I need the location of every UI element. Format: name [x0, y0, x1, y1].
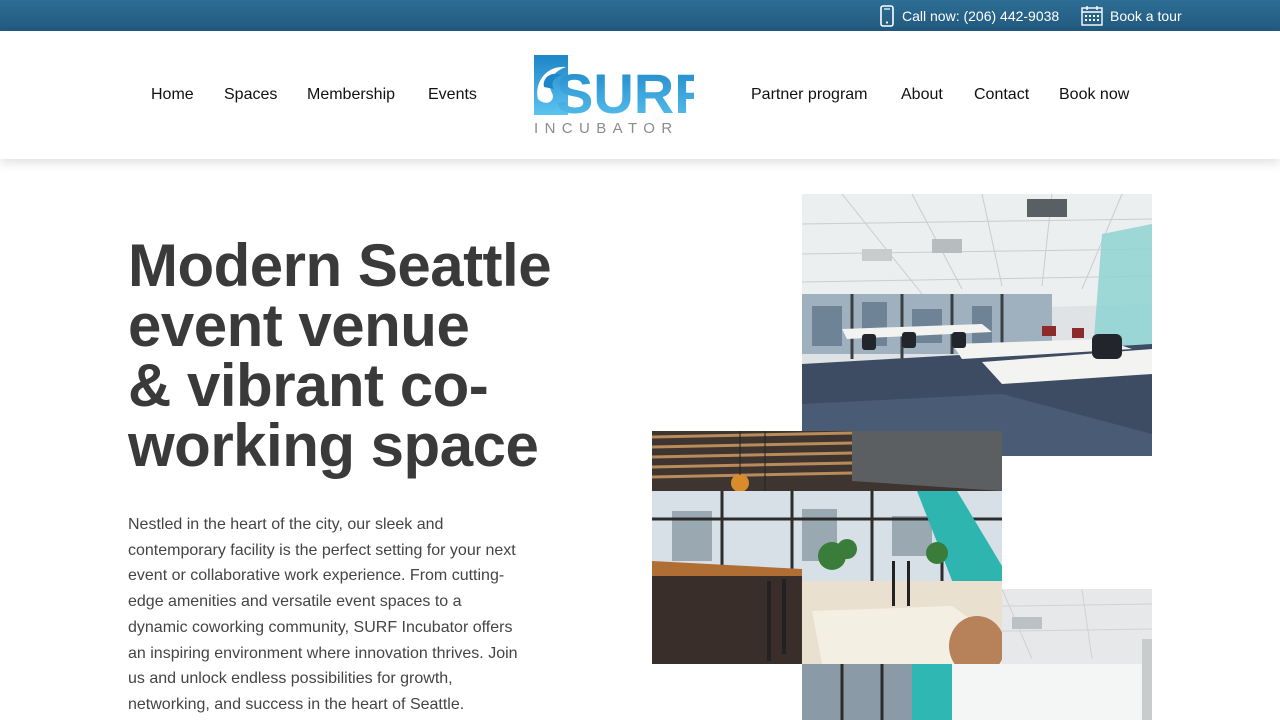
- top-bar: Call now: (206) 442-9038 Book a tour: [0, 0, 1280, 31]
- surf-incubator-logo[interactable]: SURF INCUBATOR: [532, 53, 708, 137]
- nav-contact[interactable]: Contact: [974, 31, 1029, 159]
- office-space-photo: [802, 194, 1152, 456]
- nav-spaces[interactable]: Spaces: [224, 31, 277, 159]
- nav-events[interactable]: Events: [428, 31, 477, 159]
- nav-home[interactable]: Home: [151, 31, 194, 159]
- hero-title-line: Modern Seattle: [128, 232, 552, 299]
- hero-title-line: & vibrant co-: [128, 352, 489, 419]
- nav-partner-program[interactable]: Partner program: [751, 31, 868, 159]
- lounge-kitchen-photo: [652, 431, 1002, 664]
- hero-description: Nestled in the heart of the city, our sl…: [128, 516, 518, 713]
- call-now-label: Call now: (206) 442-9038: [902, 7, 1060, 24]
- logo-sub: INCUBATOR: [534, 120, 679, 137]
- logo-word: SURF: [556, 62, 694, 125]
- book-a-tour-link[interactable]: Book a tour: [1081, 0, 1182, 31]
- nav-book-now[interactable]: Book now: [1059, 31, 1129, 159]
- mobile-phone-icon: [879, 4, 895, 27]
- nav-about[interactable]: About: [901, 31, 943, 159]
- site-header: Home Spaces Membership Events SURF INCUB…: [0, 31, 1280, 159]
- call-now-link[interactable]: Call now: (206) 442-9038: [879, 0, 1059, 31]
- hero-title: Modern Seattle event venue & vibrant co-…: [128, 236, 568, 476]
- book-a-tour-label: Book a tour: [1110, 7, 1182, 24]
- hero-title-line: working space: [128, 412, 539, 479]
- nav-membership[interactable]: Membership: [307, 31, 395, 159]
- calendar-icon: [1081, 5, 1103, 26]
- hero-title-line: event venue: [128, 292, 470, 359]
